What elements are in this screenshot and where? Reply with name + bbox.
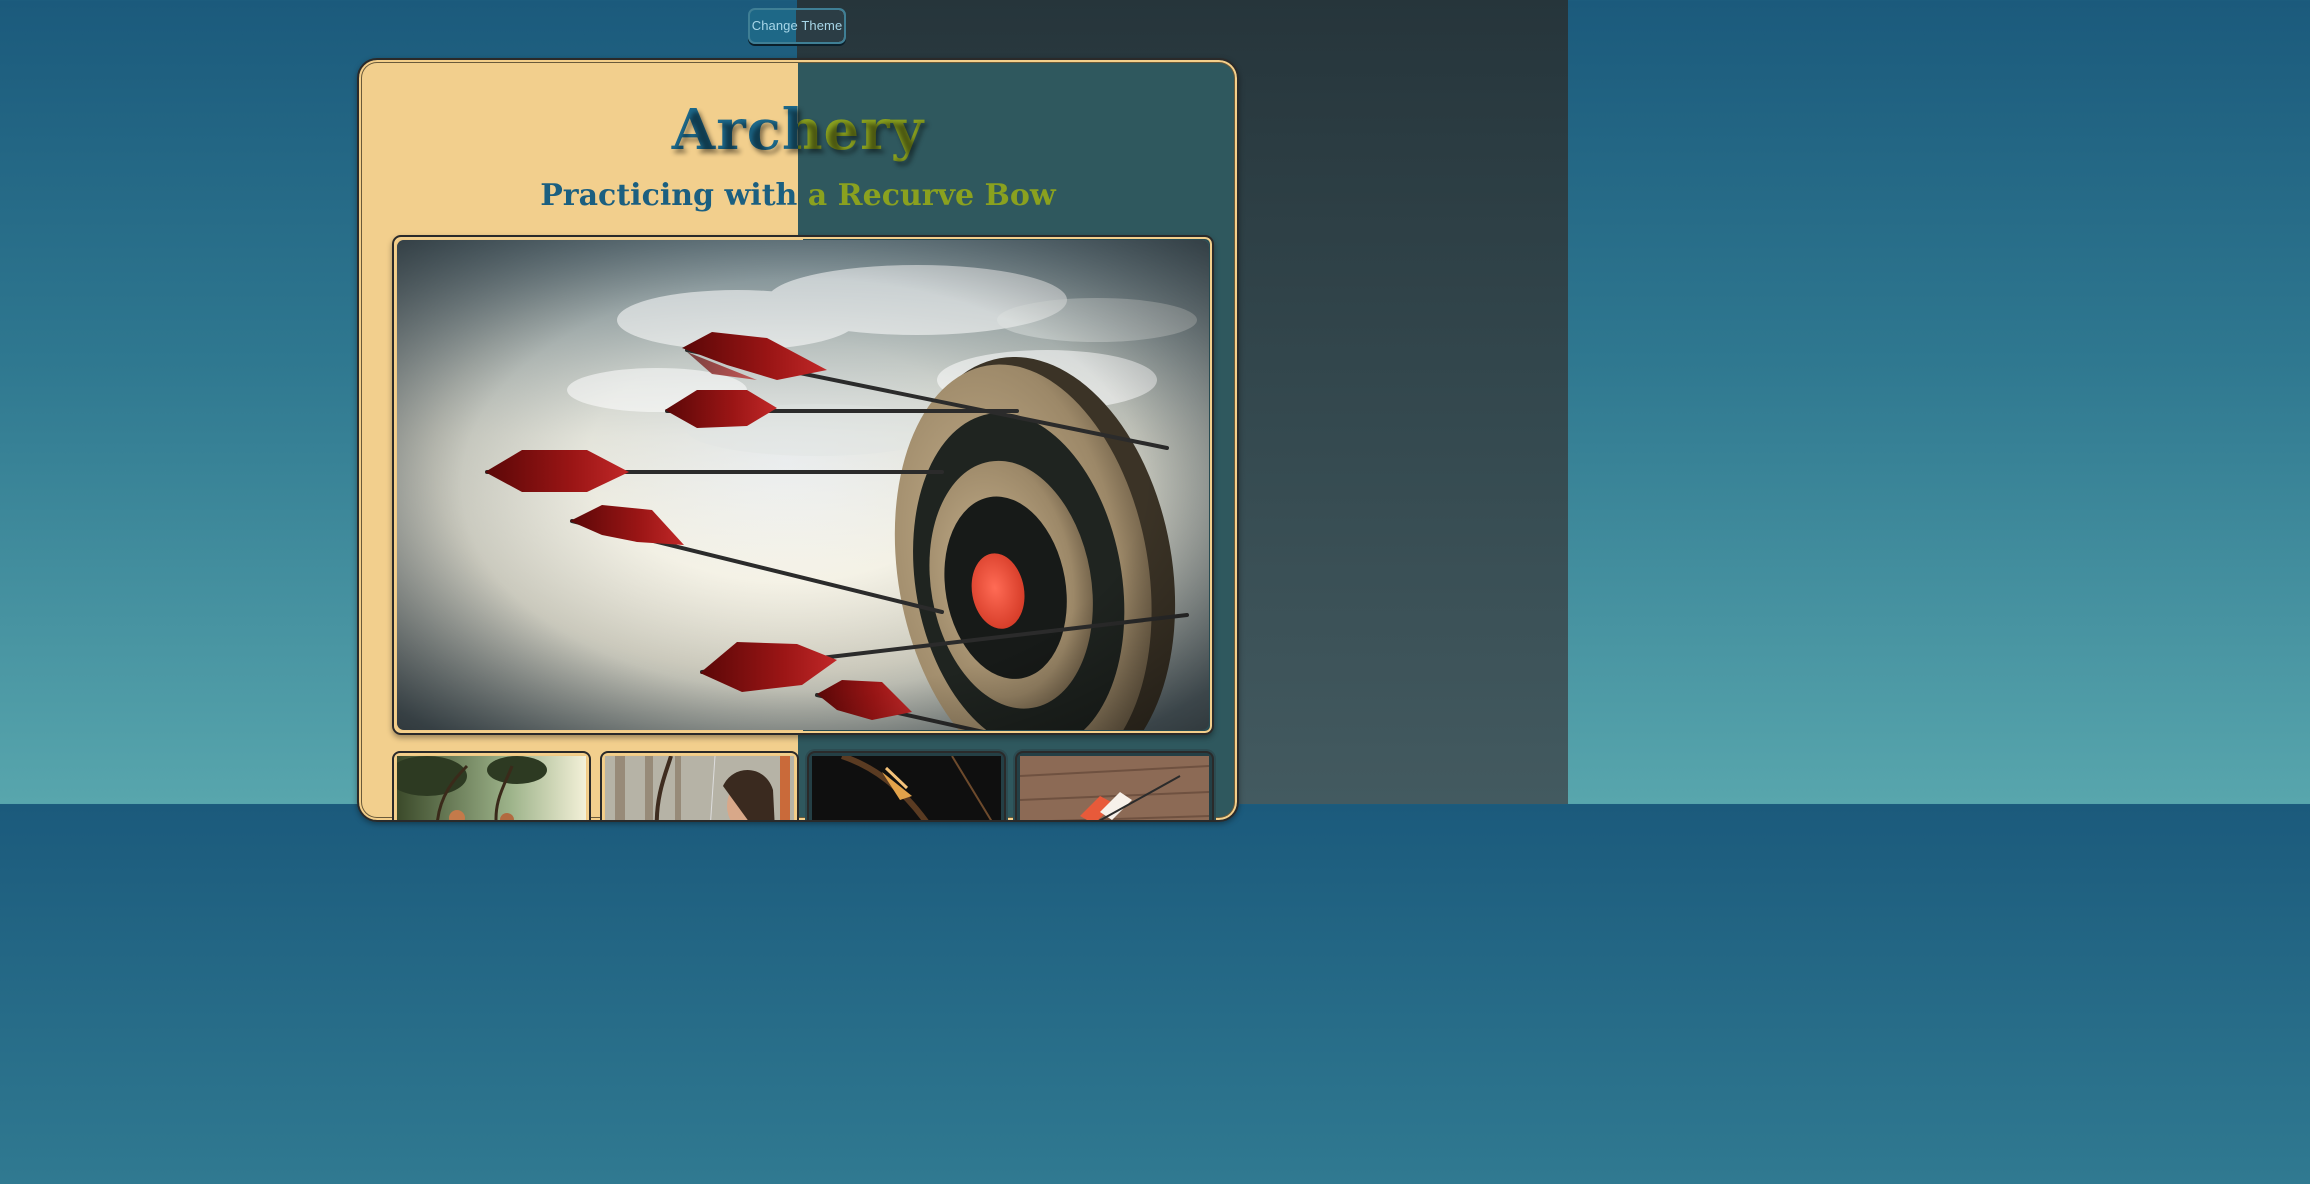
hero-image-frame — [392, 235, 1214, 735]
thumbnail-archers-forest[interactable] — [392, 751, 591, 820]
thumbnail-archer-portrait[interactable] — [600, 751, 799, 820]
thumbnail-image — [605, 756, 794, 820]
thumbnail-image — [397, 756, 586, 820]
thumbnail-image — [1020, 756, 1209, 820]
thumbnail-bow-closeup[interactable] — [807, 751, 1006, 820]
thumbnail-arrows-on-wood[interactable] — [1015, 751, 1214, 820]
page-title: Archery — [359, 98, 1237, 162]
content-card: Archery Practicing with a Recurve Bow — [357, 58, 1239, 822]
page-subtitle: Practicing with a Recurve Bow — [359, 176, 1237, 216]
hero-image — [397, 240, 1209, 730]
thumbnail-image — [812, 756, 1001, 820]
change-theme-button[interactable]: Change Theme — [748, 8, 846, 44]
theme-button-label: Change Theme — [751, 17, 843, 33]
